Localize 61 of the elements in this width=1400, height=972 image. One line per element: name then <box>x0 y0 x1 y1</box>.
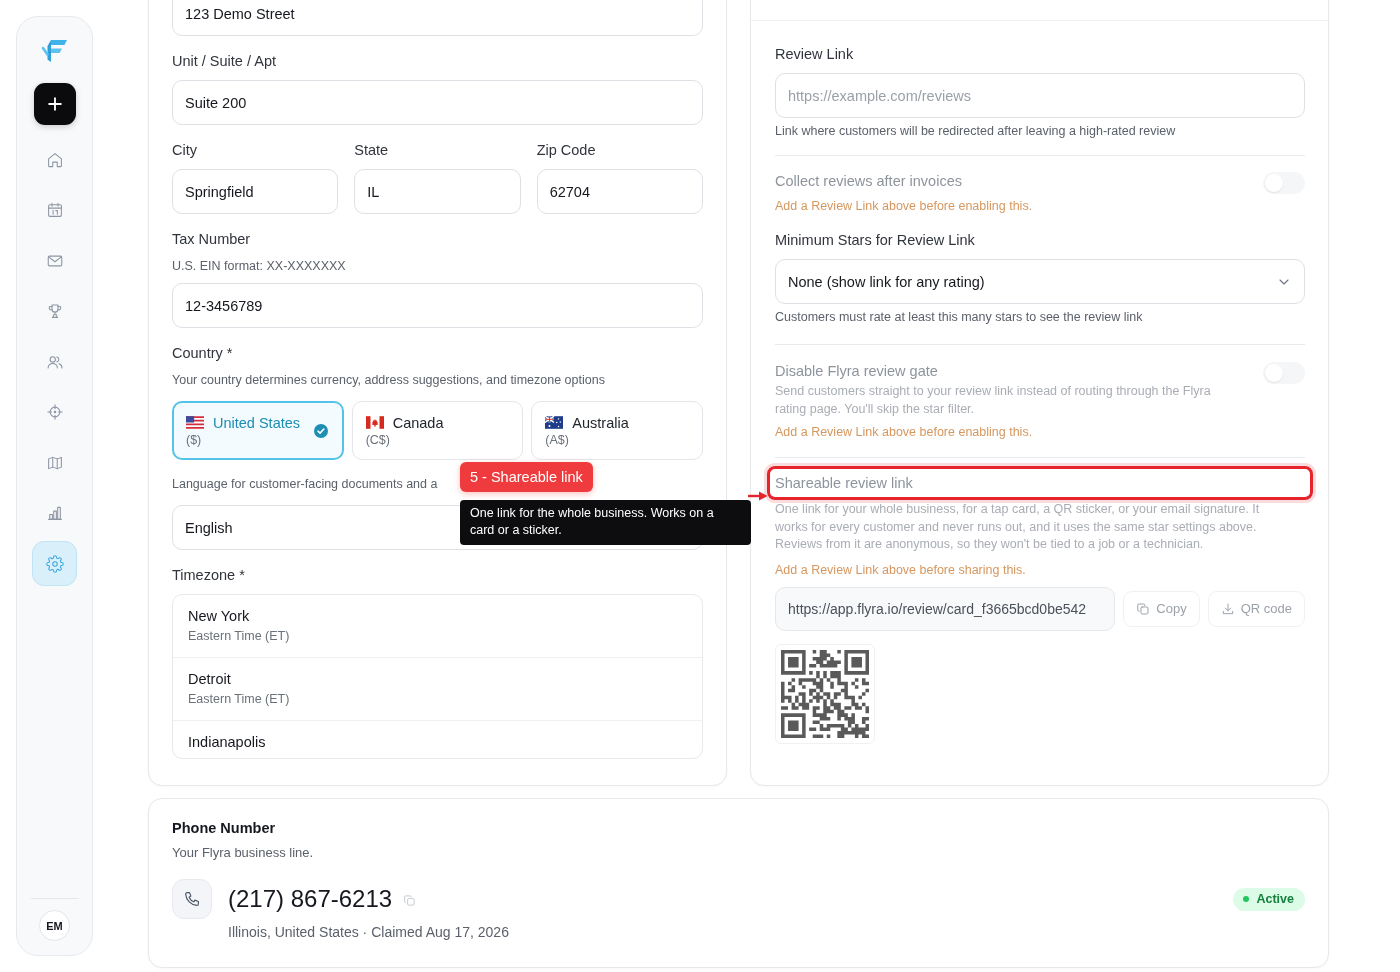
tooltip: One link for the whole business. Works on a card or a sticker. <box>460 500 751 545</box>
timezone-option[interactable]: New York Eastern Time (ET) <box>173 595 702 658</box>
input-field[interactable]: 12-3456789 <box>172 283 703 328</box>
country-option[interactable]: Australia (A$) <box>531 401 703 460</box>
field-label: State <box>354 141 390 160</box>
field-label: City <box>172 141 198 160</box>
bar-chart-icon <box>45 504 64 522</box>
input-field[interactable]: 62704 <box>536 169 703 214</box>
input-field[interactable]: IL <box>354 169 521 214</box>
phone-number: (217) 867-6213 <box>228 884 393 914</box>
setting-title: Shareable review link <box>775 474 914 493</box>
warning-text: Add a Review Link above before enabling this. <box>775 424 1034 441</box>
flag-icon <box>365 416 384 429</box>
copy-icon <box>1136 601 1151 616</box>
setting-description: One link for your whole business, for a tap card, a QR sticker, or your email signature. It works for every customer and never runs out, and it uses the same star settings above. Reviews from it are anonymous, so they won't be tied to a job or a technician. <box>775 501 1261 553</box>
setting-title: Disable Flyra review gate <box>775 362 939 381</box>
home-icon <box>45 150 64 169</box>
hint-text: Language for customer-facing documents and a <box>172 476 438 493</box>
flag-icon <box>186 416 204 429</box>
warning-text: Add a Review Link above before enabling this. <box>775 198 1034 215</box>
input-field[interactable]: Suite 200 <box>172 80 703 125</box>
country-option[interactable]: United States ($) <box>172 401 344 460</box>
check-circle-icon <box>313 424 328 438</box>
download-icon <box>1220 601 1235 616</box>
flag-icon <box>545 416 564 429</box>
logo-icon <box>40 37 69 65</box>
hint-text: Customers must rate at least this many stars to see the review link <box>775 309 1144 326</box>
phone-icon <box>172 879 212 919</box>
card-title: Phone Number <box>172 819 277 838</box>
field-label: Review Link <box>775 45 855 64</box>
field-label: Tax Number <box>172 230 252 249</box>
hint-text: Link where customers will be redirected after leaving a high-rated review <box>775 123 1177 140</box>
field-label: Timezone * <box>172 566 246 585</box>
hint-text: Your country determines currency, address suggestions, and timezone options <box>172 372 606 389</box>
input-field[interactable]: Springfield <box>172 169 339 214</box>
create-button[interactable] <box>33 83 76 125</box>
field-label: Unit / Suite / Apt <box>172 52 277 71</box>
setting-title: Collect reviews after invoices <box>775 172 963 191</box>
field-label: Zip Code <box>536 141 597 160</box>
crosshair-icon <box>45 403 64 421</box>
calendar-icon <box>45 201 64 219</box>
select-field[interactable]: None (show link for any rating) <box>775 259 1305 304</box>
field-label: Minimum Stars for Review Link <box>775 231 976 250</box>
step-badge: 5 - Shareable link <box>460 462 593 492</box>
input-field[interactable]: 123 Demo Street <box>172 0 703 36</box>
user-avatar[interactable]: EM <box>39 910 70 941</box>
timezone-option[interactable]: Indianapolis <box>173 721 702 758</box>
timezone-option[interactable]: Detroit Eastern Time (ET) <box>173 658 702 721</box>
field-label: Country * <box>172 344 234 363</box>
status-dot-icon <box>1243 896 1250 902</box>
copy-icon[interactable] <box>403 894 417 907</box>
settings-icon <box>45 554 64 573</box>
country-option[interactable]: Canada (C$) <box>351 401 524 460</box>
hint-text: U.S. EIN format: XX-XXXXXXX <box>172 258 347 275</box>
status-label: Active <box>1256 892 1294 906</box>
card-subtitle: Your Flyra business line. <box>172 844 315 862</box>
phone-details: Illinois, United States · Claimed Aug 17, 2026 <box>228 923 509 942</box>
warning-text: Add a Review Link above before sharing this. <box>775 561 1027 579</box>
nav-button[interactable] <box>32 541 77 586</box>
setting-description: Send customers straight to your review link instead of routing through the Flyra rating page. You'll skip the star filter. <box>775 383 1212 418</box>
pointer-arrow <box>748 490 768 502</box>
